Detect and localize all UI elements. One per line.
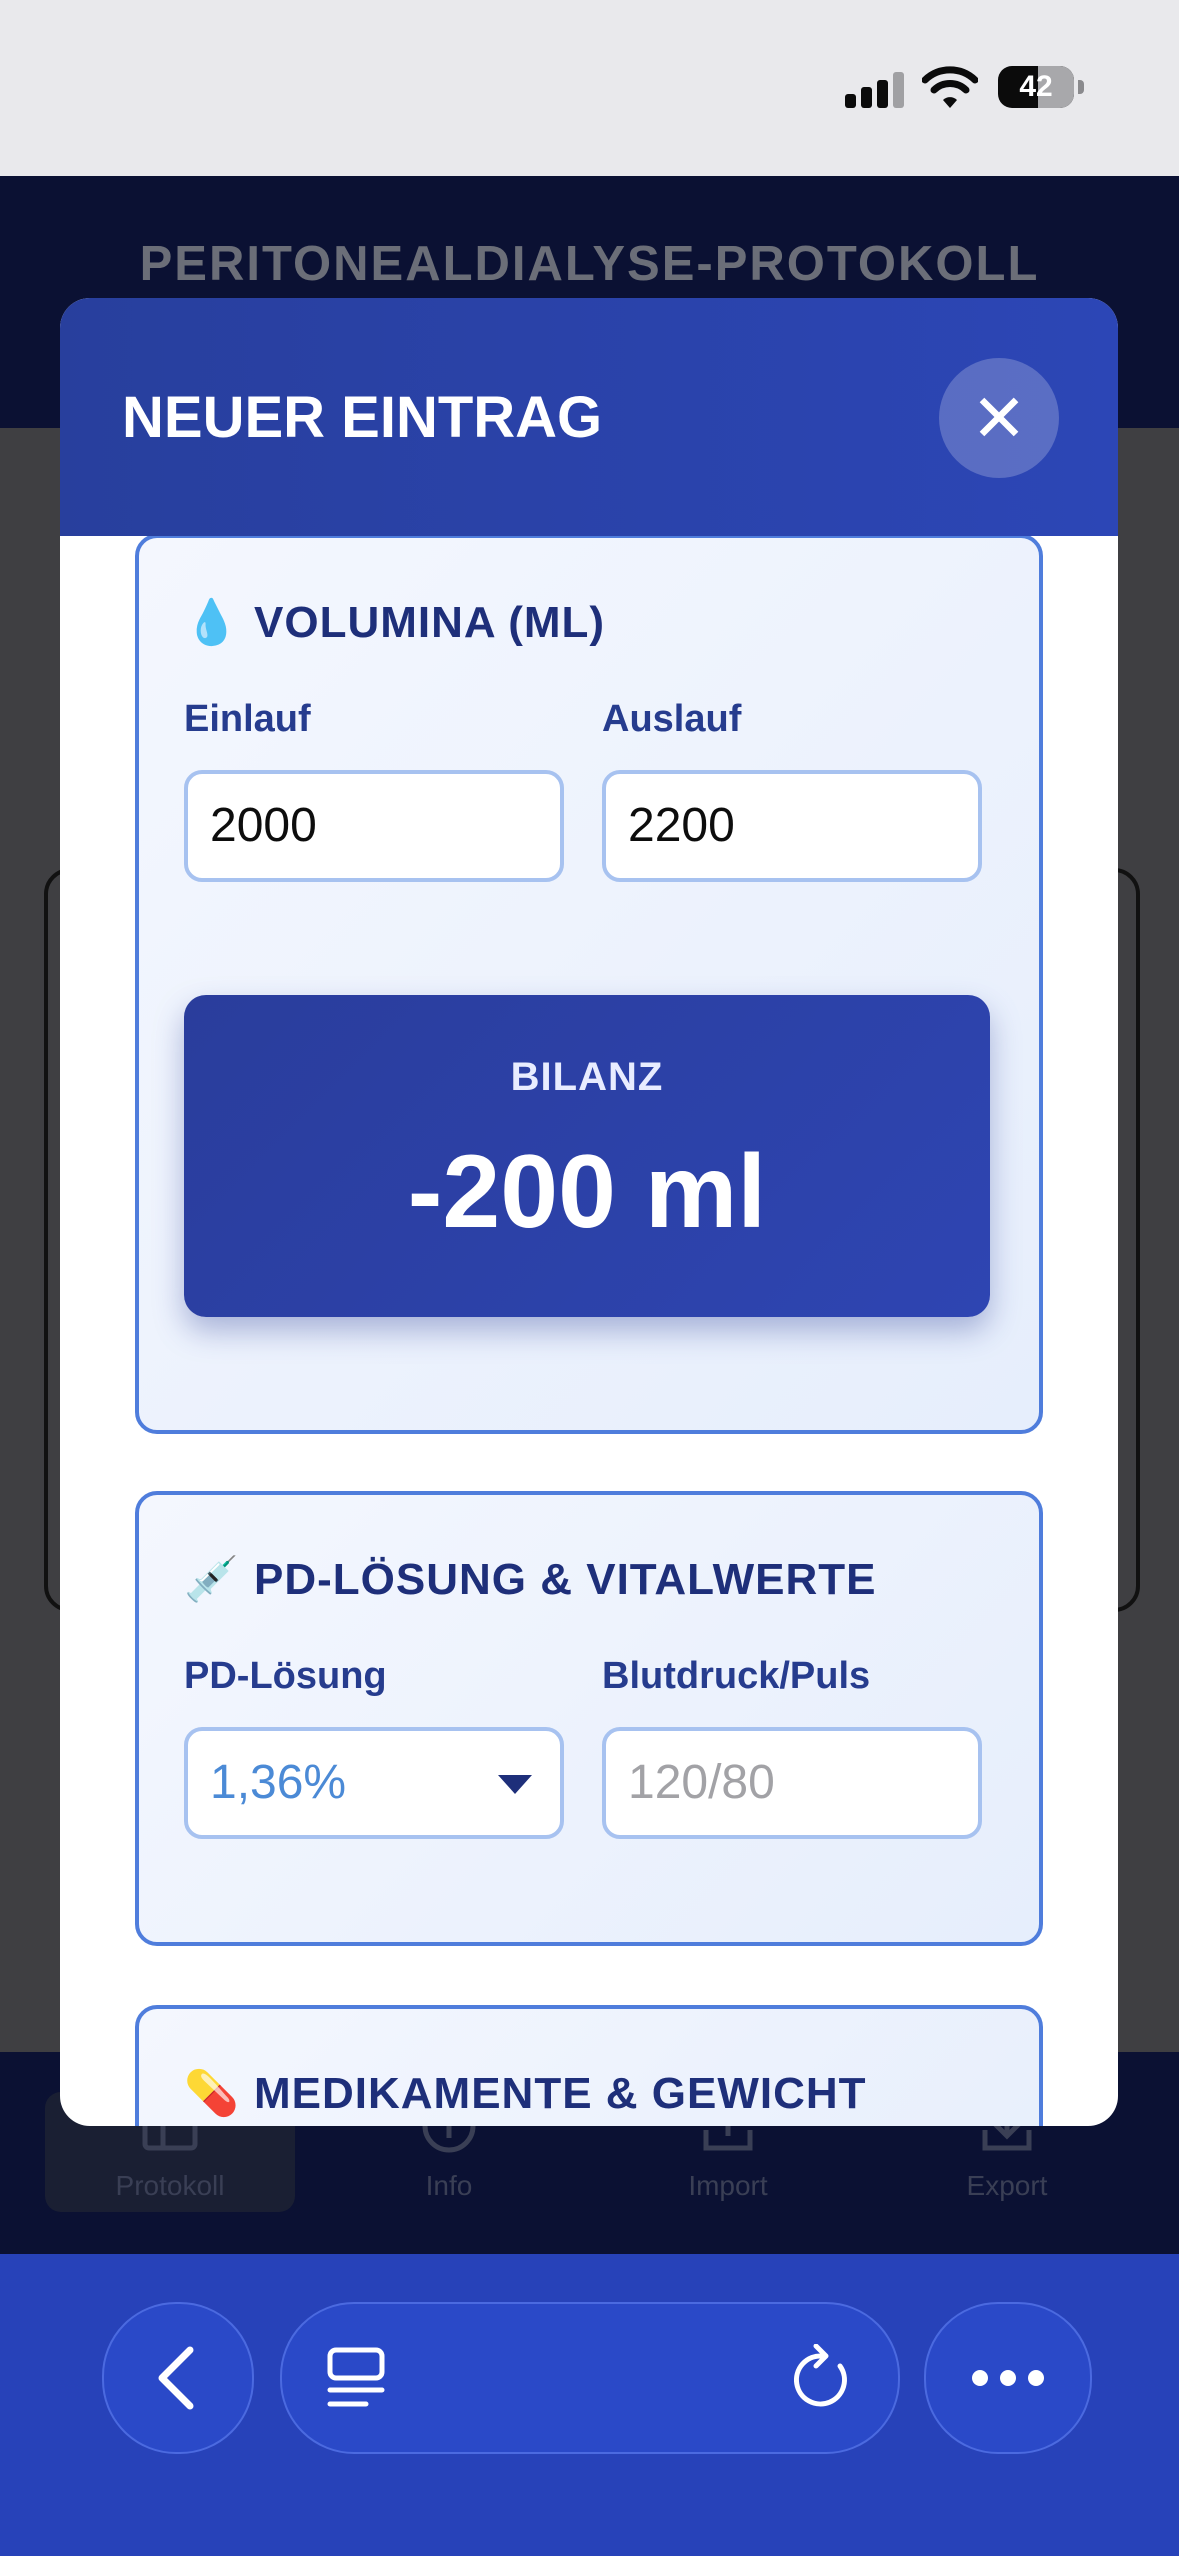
battery-icon: 42 bbox=[998, 66, 1084, 108]
app-title: PERITONEALDIALYSE-PROTOKOLL bbox=[139, 237, 1040, 291]
tab-protokoll-label: Protokoll bbox=[115, 2170, 225, 2201]
auslauf-input[interactable]: 2200 bbox=[602, 770, 982, 882]
auslauf-label: Auslauf bbox=[602, 698, 742, 740]
close-icon: ✕ bbox=[971, 381, 1027, 455]
section-pd-loesung: 💉 PD-LÖSUNG & VITALWERTE PD-Lösung Blutdr… bbox=[135, 1491, 1043, 1946]
bilanz-value: -200 ml bbox=[407, 1134, 767, 1250]
new-entry-modal: NEUER EINTRAG ✕ 💧 VOLUMINA (ML) Einlauf A… bbox=[60, 298, 1118, 2126]
more-button[interactable] bbox=[924, 2302, 1092, 2454]
battery-level: 42 bbox=[1019, 70, 1053, 103]
status-bar: 42 bbox=[0, 0, 1179, 176]
pd-loesung-select[interactable]: 1,36% bbox=[184, 1727, 564, 1839]
cellular-signal-icon bbox=[845, 72, 905, 108]
bilanz-label: BILANZ bbox=[510, 1055, 664, 1099]
blutdruck-placeholder: 120/80 bbox=[628, 1756, 775, 1809]
tabs-overview-icon bbox=[327, 2347, 385, 2407]
close-button[interactable]: ✕ bbox=[939, 358, 1059, 478]
section-pd-title-text: PD-LÖSUNG & VITALWERTE bbox=[254, 1555, 877, 1604]
modal-header: NEUER EINTRAG ✕ bbox=[60, 298, 1118, 536]
section-volumina-title: 💧 VOLUMINA (ML) bbox=[184, 596, 605, 648]
einlauf-input[interactable]: 2000 bbox=[184, 770, 564, 882]
chevron-left-icon bbox=[158, 2346, 194, 2410]
section-medikamente-title: 💊 MEDIKAMENTE & GEWICHT bbox=[184, 2067, 867, 2119]
modal-body[interactable]: 💧 VOLUMINA (ML) Einlauf Auslauf 2000 2200… bbox=[60, 536, 1118, 2126]
ellipsis-icon bbox=[972, 2370, 1044, 2386]
back-button[interactable] bbox=[102, 2302, 254, 2454]
tab-export-label: Export bbox=[966, 2170, 1048, 2201]
section-medikamente: 💊 MEDIKAMENTE & GEWICHT bbox=[135, 2005, 1043, 2126]
auslauf-value: 2200 bbox=[628, 799, 735, 852]
pd-loesung-value: 1,36% bbox=[210, 1756, 347, 1809]
bilanz-card: BILANZ -200 ml bbox=[184, 995, 990, 1317]
pill-icon: 💊 bbox=[184, 2069, 240, 2118]
section-volumina: 💧 VOLUMINA (ML) Einlauf Auslauf 2000 2200… bbox=[135, 536, 1043, 1434]
modal-title: NEUER EINTRAG bbox=[122, 385, 603, 450]
section-volumina-title-text: VOLUMINA (ML) bbox=[254, 598, 606, 647]
url-bar[interactable] bbox=[280, 2302, 900, 2454]
wifi-icon bbox=[922, 66, 978, 108]
tab-import-label: Import bbox=[688, 2170, 768, 2201]
chevron-down-icon bbox=[498, 1775, 532, 1794]
blutdruck-label: Blutdruck/Puls bbox=[602, 1655, 871, 1697]
syringe-icon: 💉 bbox=[184, 1555, 240, 1604]
droplet-icon: 💧 bbox=[184, 598, 240, 647]
pd-loesung-label: PD-Lösung bbox=[184, 1655, 387, 1697]
einlauf-value: 2000 bbox=[210, 799, 317, 852]
section-medikamente-title-text: MEDIKAMENTE & GEWICHT bbox=[254, 2069, 867, 2118]
browser-toolbar bbox=[0, 2254, 1179, 2556]
section-pd-title: 💉 PD-LÖSUNG & VITALWERTE bbox=[184, 1553, 877, 1605]
tab-info-label: Info bbox=[425, 2170, 473, 2201]
reload-icon[interactable] bbox=[792, 2344, 854, 2412]
einlauf-label: Einlauf bbox=[184, 698, 311, 740]
blutdruck-input[interactable]: 120/80 bbox=[602, 1727, 982, 1839]
